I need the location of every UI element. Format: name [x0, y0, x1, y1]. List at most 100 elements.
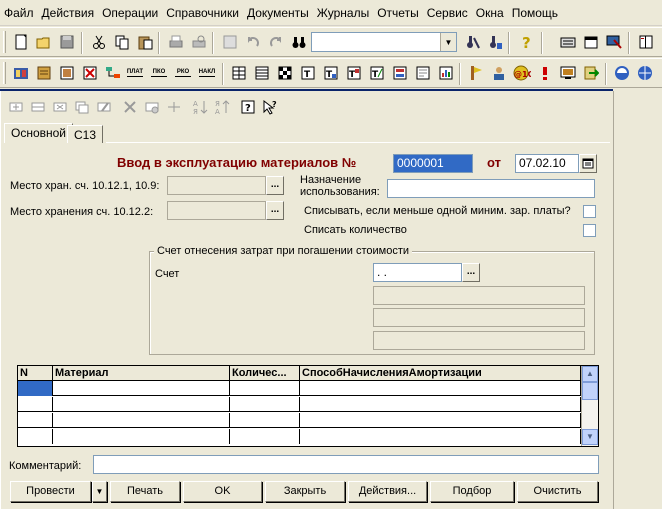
monitor-icon[interactable] [604, 32, 624, 52]
ledger-icon[interactable] [57, 63, 77, 83]
table-report-icon[interactable] [229, 63, 249, 83]
table-cell[interactable] [18, 397, 53, 412]
paste-icon[interactable] [135, 32, 155, 52]
menu-operations[interactable]: Операции [98, 6, 162, 20]
open-folder-icon[interactable] [34, 32, 54, 52]
sort-ascending-icon[interactable]: AЯ [190, 97, 210, 117]
alert-icon[interactable] [535, 63, 555, 83]
redo-icon[interactable] [266, 32, 286, 52]
menu-reports[interactable]: Отчеты [373, 6, 422, 20]
print-icon[interactable] [166, 32, 186, 52]
chart-of-accounts-icon[interactable] [11, 63, 31, 83]
calendar-icon[interactable] [581, 32, 601, 52]
chevron-down-icon[interactable]: ▼ [440, 33, 456, 51]
table-cell[interactable] [53, 429, 230, 444]
monitor-report-icon[interactable] [558, 63, 578, 83]
toolbar-grip[interactable] [3, 62, 6, 84]
save-icon[interactable] [57, 32, 77, 52]
print-button[interactable]: Печать [110, 481, 180, 502]
cash-out-order-icon[interactable]: РКО [172, 63, 194, 83]
globe-icon[interactable] [635, 63, 655, 83]
table-cell-selected[interactable] [18, 381, 53, 396]
select-button[interactable]: Подбор [430, 481, 514, 502]
post-dropdown-button[interactable]: ▼ [92, 481, 107, 502]
table-row[interactable] [18, 413, 581, 428]
find-next-icon[interactable] [462, 32, 482, 52]
table-cell[interactable] [230, 413, 300, 428]
table-cell[interactable] [300, 429, 581, 444]
storage-location-1-select-button[interactable]: ... [266, 176, 284, 195]
menu-actions[interactable]: Действия [38, 6, 99, 20]
invoice-icon[interactable]: НАКЛ [196, 63, 218, 83]
table-row[interactable] [18, 397, 581, 412]
new-document-icon[interactable] [11, 32, 31, 52]
clear-button[interactable]: Очистить [517, 481, 598, 502]
internet-support-icon[interactable] [612, 63, 632, 83]
copy-row-icon[interactable] [72, 97, 92, 117]
scroll-up-icon[interactable]: ▲ [582, 366, 598, 382]
ok-button[interactable]: OK [183, 481, 262, 502]
table-cell[interactable] [53, 381, 230, 396]
calculator-icon[interactable] [558, 32, 578, 52]
table-row[interactable] [18, 429, 581, 444]
comment-field[interactable] [93, 455, 599, 474]
find-in-list-icon[interactable] [485, 32, 505, 52]
account-analysis-icon[interactable]: T [321, 63, 341, 83]
export-icon[interactable] [581, 63, 601, 83]
toolbar-grip[interactable] [3, 31, 6, 53]
storage-location-1-field[interactable] [167, 176, 266, 195]
find-binoculars-icon[interactable] [289, 32, 309, 52]
writeoff-min-wage-checkbox[interactable] [583, 205, 596, 218]
menu-references[interactable]: Справочники [162, 6, 243, 20]
add-row-icon[interactable] [6, 97, 26, 117]
context-help-icon[interactable]: ? [260, 97, 280, 117]
row-settings-icon[interactable] [142, 97, 162, 117]
column-header-quantity[interactable]: Количес... [230, 366, 300, 381]
clear-row-icon[interactable] [120, 97, 140, 117]
table-cell[interactable] [300, 413, 581, 428]
tab-c13[interactable]: С13 [67, 125, 104, 143]
table-cell[interactable] [53, 397, 230, 412]
payment-order-icon[interactable]: ПЛАТ [124, 63, 146, 83]
menu-service[interactable]: Сервис [423, 6, 472, 20]
table-cell[interactable] [18, 413, 53, 428]
account-field[interactable]: . . [373, 263, 462, 282]
delete-row-icon[interactable] [50, 97, 70, 117]
operator-icon[interactable] [489, 63, 509, 83]
column-header-n[interactable]: N [18, 366, 53, 381]
storage-location-2-field[interactable] [167, 201, 266, 220]
table-row[interactable] [18, 381, 581, 396]
print-preview-icon[interactable] [189, 32, 209, 52]
subconto-analysis-icon[interactable]: T [344, 63, 364, 83]
tree-structure-icon[interactable] [103, 63, 123, 83]
scroll-thumb[interactable] [582, 382, 598, 400]
document-date-field[interactable]: 07.02.10 [515, 154, 579, 173]
document-report-icon[interactable] [413, 63, 433, 83]
menu-file[interactable]: Файл [0, 6, 38, 20]
balance-report-icon[interactable] [252, 63, 272, 83]
calendar-button[interactable] [579, 154, 597, 173]
book-icon[interactable] [636, 32, 656, 52]
undo-icon[interactable] [243, 32, 263, 52]
column-header-material[interactable]: Материал [53, 366, 230, 381]
report-red-icon[interactable] [80, 63, 100, 83]
sort-descending-icon[interactable]: ЯA [212, 97, 232, 117]
writeoff-quantity-checkbox[interactable] [583, 224, 596, 237]
table-cell[interactable] [230, 397, 300, 412]
turnover-report-icon[interactable] [390, 63, 410, 83]
post-button[interactable]: Провести [10, 481, 91, 502]
document-number-field[interactable]: 0000001 [393, 154, 473, 173]
copy-icon[interactable] [112, 32, 132, 52]
operation-journal-icon[interactable] [34, 63, 54, 83]
edit-row-icon[interactable] [94, 97, 114, 117]
table-cell[interactable] [230, 429, 300, 444]
select-all-icon[interactable] [220, 32, 240, 52]
actions-button[interactable]: Действия... [348, 481, 427, 502]
column-header-depreciation-method[interactable]: СпособНачисленияАмортизации [300, 366, 581, 381]
constants-icon[interactable]: @1C [510, 63, 532, 83]
cut-icon[interactable] [89, 32, 109, 52]
scroll-down-icon[interactable]: ▼ [582, 429, 598, 445]
chess-report-icon[interactable] [275, 63, 295, 83]
tasks-icon[interactable] [466, 63, 486, 83]
search-combo[interactable]: ▼ [311, 32, 457, 52]
